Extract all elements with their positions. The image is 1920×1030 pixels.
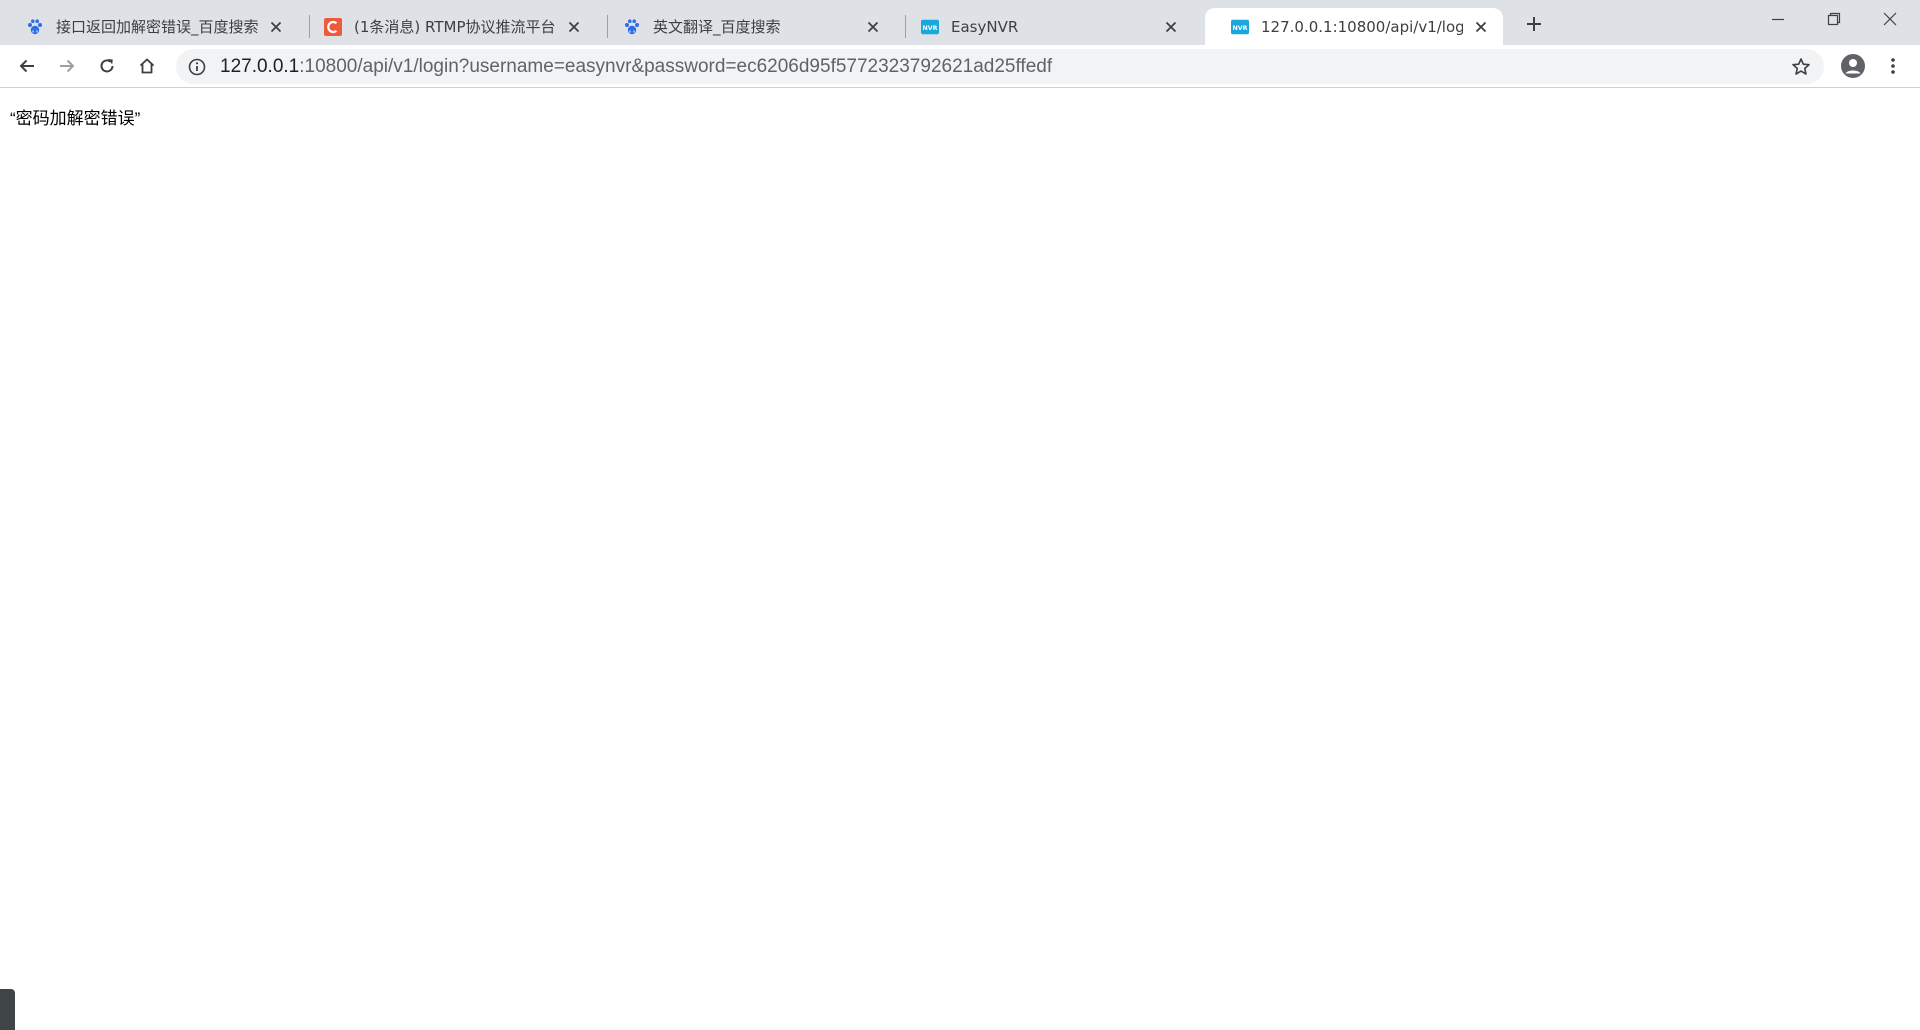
tab-title: 接口返回加解密错误_百度搜索 — [56, 18, 258, 36]
tab-strip: 接口返回加解密错误_百度搜索 (1条消息) RTMP协议推流平台Ea 英文翻译_… — [0, 0, 1920, 45]
close-window-button[interactable] — [1862, 0, 1918, 38]
tab-login-api-active[interactable]: NVR 127.0.0.1:10800/api/v1/login?u — [1205, 8, 1503, 45]
profile-avatar-icon[interactable] — [1836, 49, 1870, 83]
svg-text:NVR: NVR — [1233, 25, 1248, 32]
tab-title: EasyNVR — [951, 17, 1019, 36]
bookmark-star-icon[interactable] — [1790, 56, 1812, 78]
close-tab-icon[interactable] — [1471, 17, 1491, 37]
restore-button[interactable] — [1806, 0, 1862, 38]
info-icon[interactable] — [187, 57, 207, 77]
url-text[interactable]: 127.0.0.1:10800/api/v1/login?username=ea… — [220, 56, 1052, 78]
baidu-paw-icon — [26, 18, 44, 36]
browser-toolbar: 127.0.0.1:10800/api/v1/login?username=ea… — [0, 45, 1920, 88]
forward-button[interactable] — [50, 49, 84, 83]
side-widget-handle[interactable] — [0, 989, 15, 1030]
tab-baidu-search-1[interactable]: 接口返回加解密错误_百度搜索 — [0, 8, 298, 45]
svg-text:NVR: NVR — [923, 25, 938, 32]
tab-csdn[interactable]: (1条消息) RTMP协议推流平台Ea — [298, 8, 596, 45]
tab-title: 127.0.0.1:10800/api/v1/login?u — [1261, 17, 1463, 36]
easynvr-icon: NVR — [1231, 18, 1249, 36]
back-button[interactable] — [10, 49, 44, 83]
new-tab-button[interactable] — [1520, 10, 1548, 38]
tab-title: (1条消息) RTMP协议推流平台Ea — [354, 18, 556, 36]
tab-easynvr[interactable]: NVR EasyNVR — [895, 8, 1193, 45]
close-tab-icon[interactable] — [863, 17, 883, 37]
address-bar[interactable]: 127.0.0.1:10800/api/v1/login?username=ea… — [176, 49, 1824, 84]
home-button[interactable] — [130, 49, 164, 83]
url-host: 127.0.0.1 — [220, 55, 300, 77]
minimize-button[interactable] — [1750, 0, 1806, 38]
close-tab-icon[interactable] — [564, 17, 584, 37]
more-menu-icon[interactable] — [1876, 49, 1910, 83]
csdn-c-icon — [324, 17, 342, 36]
url-path: :10800/api/v1/login?username=easynvr&pas… — [299, 55, 1053, 77]
tab-baidu-search-2[interactable]: 英文翻译_百度搜索 — [597, 8, 895, 45]
reload-button[interactable] — [90, 49, 124, 83]
baidu-paw-icon — [623, 18, 641, 36]
close-tab-icon[interactable] — [1161, 17, 1181, 37]
error-message: “密码加解密错误” — [10, 109, 141, 128]
tab-title: 英文翻译_百度搜索 — [653, 18, 781, 36]
easynvr-icon: NVR — [921, 18, 939, 36]
page-content: “密码加解密错误” — [0, 89, 1920, 1030]
close-tab-icon[interactable] — [266, 17, 286, 37]
